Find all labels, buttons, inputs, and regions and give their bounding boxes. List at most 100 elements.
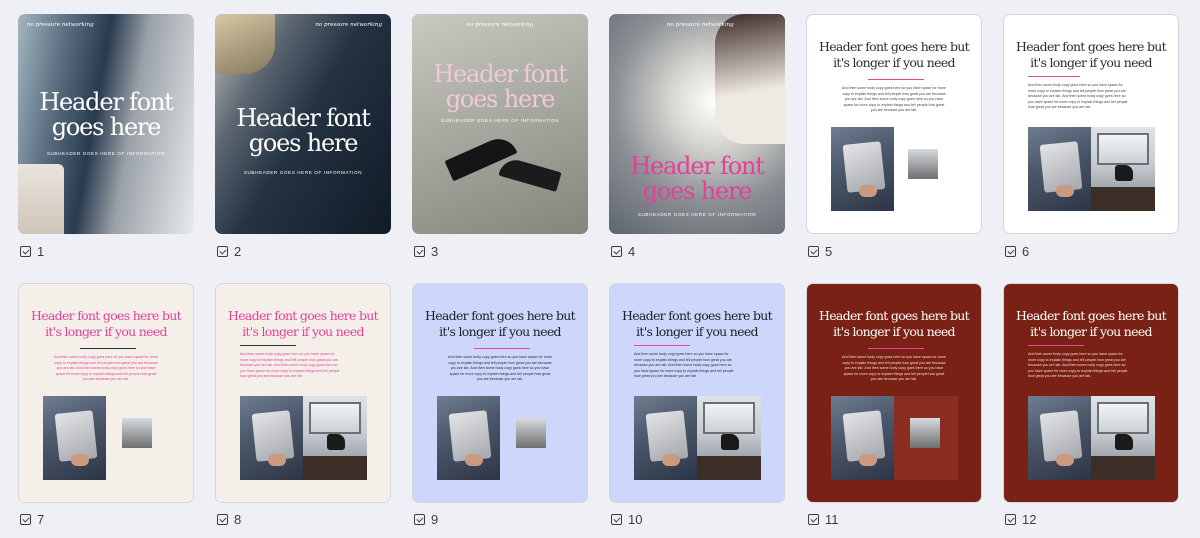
page-thumbnail-5[interactable]: Header font goes here but it's longer if …: [806, 14, 982, 234]
office-inset: [122, 418, 152, 448]
header-divider: [1028, 345, 1084, 346]
page-label-10[interactable]: 10: [611, 512, 642, 527]
hand-shape: [662, 454, 680, 466]
page-thumbnail-1[interactable]: no pressure networking Header font goes …: [18, 14, 194, 234]
header-divider: [240, 345, 296, 346]
page-label-2[interactable]: 2: [217, 244, 241, 259]
page-header: Header font goes here: [236, 104, 371, 158]
page-check-icon: [808, 246, 819, 257]
office-photo: [1091, 127, 1155, 211]
page-thumbnail-7[interactable]: Header font goes here but it's longer if …: [18, 283, 194, 503]
page-label-6[interactable]: 6: [1005, 244, 1029, 259]
header-divider: [868, 79, 924, 80]
header-divider: [1028, 76, 1080, 77]
header-divider: [868, 348, 924, 349]
page-label-7[interactable]: 7: [20, 512, 44, 527]
hand-shape: [859, 185, 877, 197]
page-check-icon: [808, 514, 819, 525]
window-shape: [1097, 133, 1149, 165]
photo-pair: [1028, 127, 1155, 211]
page-thumbnail-11[interactable]: Header font goes here but it's longer if …: [806, 283, 982, 503]
page-thumbnail-10[interactable]: Header font goes here but it's longer if …: [609, 283, 785, 503]
photo-pair: [240, 396, 367, 480]
photo-pair: [437, 396, 564, 480]
office-photo: [1091, 396, 1155, 480]
feet-shape: [721, 434, 739, 450]
desk-shape: [303, 456, 367, 480]
brand-logo: no pressure networking: [466, 22, 534, 28]
window-shape: [703, 402, 755, 434]
body-copy: And then some body copy goes here so you…: [240, 352, 340, 379]
office-photo: [303, 396, 367, 480]
page-check-icon: [611, 246, 622, 257]
desk-shape: [1091, 456, 1155, 480]
page-label-3[interactable]: 3: [414, 244, 438, 259]
hand-shape: [1056, 454, 1074, 466]
body-copy: And then some body copy goes here so you…: [54, 355, 158, 382]
page-subheader: SUBHEADER GOES HERE OF INFORMATION: [243, 170, 363, 175]
page-header: Header font goes here but it's longer if …: [819, 308, 970, 339]
page-thumbnail-8[interactable]: Header font goes here but it's longer if …: [215, 283, 391, 503]
hand-shape: [859, 454, 877, 466]
laptop-photo: [1028, 127, 1091, 211]
laptop-photo: [831, 127, 894, 211]
page-label-1[interactable]: 1: [20, 244, 44, 259]
body-copy: And then some body copy goes here so you…: [634, 352, 734, 379]
desk-shape: [1091, 187, 1155, 211]
page-thumbnail-6[interactable]: Header font goes here but it's longer if …: [1003, 14, 1179, 234]
window-shape: [1097, 402, 1149, 434]
laptop-photo: [437, 396, 500, 480]
office-inset: [908, 149, 938, 179]
photo-pair: [43, 396, 170, 480]
feet-shape: [1115, 165, 1133, 181]
page-header: Header font goes here but it's longer if …: [819, 39, 970, 70]
hand-shape: [71, 454, 89, 466]
page-thumbnail-2[interactable]: no pressure networking Header font goes …: [215, 14, 391, 234]
page-label-8[interactable]: 8: [217, 512, 241, 527]
page-header: Header font goes here: [39, 88, 174, 142]
page-header: Header font goes here: [433, 60, 568, 114]
laptop-photo: [634, 396, 697, 480]
page-label-11[interactable]: 11: [808, 512, 839, 527]
page-check-icon: [1005, 246, 1016, 257]
body-copy: And then some body copy goes here so you…: [1028, 352, 1128, 379]
hair-photo-detail: [215, 14, 275, 74]
page-header: Header font goes here but it's longer if …: [1016, 308, 1167, 339]
page-header: Header font goes here but it's longer if …: [228, 308, 379, 339]
page-subheader: SUBHEADER GOES HERE OF INFORMATION: [46, 151, 166, 156]
page-check-icon: [217, 514, 228, 525]
laptop-photo: [1028, 396, 1091, 480]
page-check-icon: [414, 514, 425, 525]
page-header: Header font goes here: [630, 152, 765, 206]
page-check-icon: [20, 246, 31, 257]
page-label-9[interactable]: 9: [414, 512, 438, 527]
office-photo: [894, 396, 958, 480]
woman-photo: [715, 14, 785, 144]
laptop-photo: [240, 396, 303, 480]
photo-pair: [634, 396, 761, 480]
desk-shape: [697, 456, 761, 480]
page-thumbnail-3[interactable]: no pressure networking Header font goes …: [412, 14, 588, 234]
window-shape: [309, 402, 361, 434]
page-subheader: SUBHEADER GOES HERE OF INFORMATION: [440, 118, 560, 123]
page-label-12[interactable]: 12: [1005, 512, 1036, 527]
page-thumbnail-4[interactable]: no pressure networking Header font goes …: [609, 14, 785, 234]
body-copy: And then some body copy goes here so you…: [842, 355, 946, 382]
page-label-4[interactable]: 4: [611, 244, 635, 259]
laptop-photo: [831, 396, 894, 480]
feet-shape: [327, 434, 345, 450]
page-header: Header font goes here but it's longer if …: [425, 308, 576, 339]
brand-logo: no pressure networking: [667, 22, 734, 28]
feet-shape: [1115, 434, 1133, 450]
office-photo: [106, 396, 170, 480]
office-photo: [894, 127, 958, 211]
page-thumbnail-9[interactable]: Header font goes here but it's longer if …: [412, 283, 588, 503]
office-photo: [697, 396, 761, 480]
page-subheader: SUBHEADER GOES HERE OF INFORMATION: [637, 212, 757, 217]
body-copy: And then some body copy goes here so you…: [842, 86, 946, 113]
page-header: Header font goes here but it's longer if …: [1016, 39, 1167, 70]
page-thumbnail-12[interactable]: Header font goes here but it's longer if …: [1003, 283, 1179, 503]
page-label-5[interactable]: 5: [808, 244, 832, 259]
brand-logo: no pressure networking: [27, 22, 94, 28]
coffee-cup-photo: [18, 164, 64, 234]
